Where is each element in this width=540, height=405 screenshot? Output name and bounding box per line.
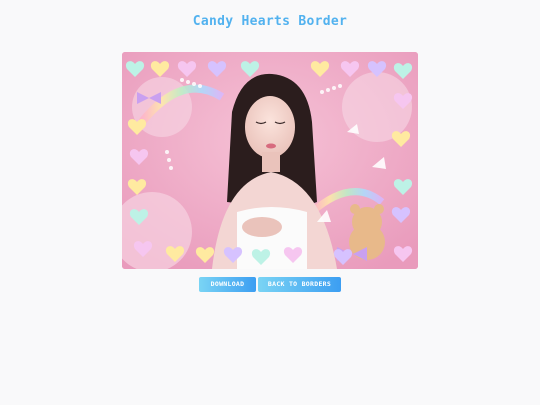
download-button[interactable]: DOWNLOAD: [199, 277, 256, 292]
back-to-borders-button[interactable]: BACK TO BORDERS: [258, 277, 341, 292]
preview-artwork: [122, 52, 418, 269]
page: Candy Hearts Border DOWNLOAD BACK TO BOR…: [0, 0, 540, 405]
action-button-row: DOWNLOAD BACK TO BORDERS: [0, 277, 540, 292]
border-preview-image: [122, 52, 418, 269]
page-title: Candy Hearts Border: [192, 14, 348, 29]
